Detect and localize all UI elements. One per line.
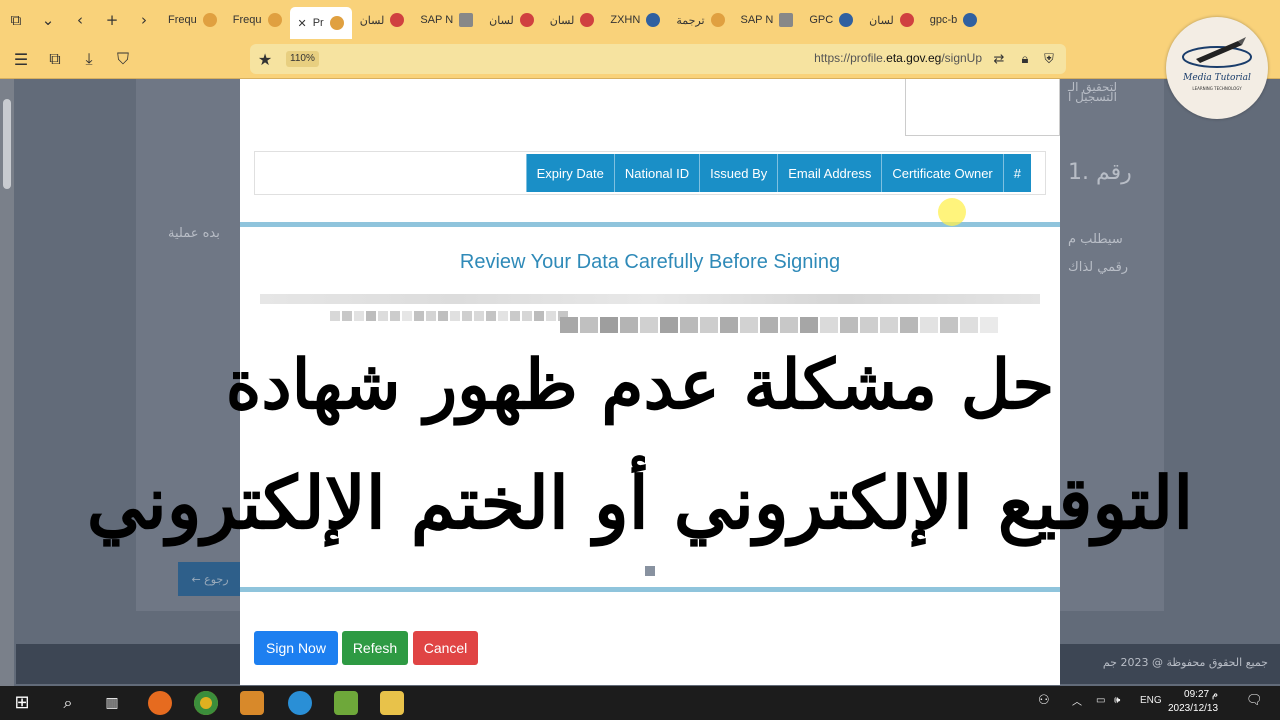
app-icon[interactable] [334,691,358,715]
volume-icon[interactable]: 🕪︎ [1114,695,1120,706]
tab-list-icon[interactable]: ⌄ [32,4,64,36]
tab-scroll-left-icon[interactable]: ‹ [64,4,96,36]
cancel-button[interactable]: Cancel [413,631,478,665]
col-email-address: Email Address [777,154,882,192]
shield-icon[interactable]: ⛨ [1038,48,1060,70]
browser-tab[interactable]: SAP N [733,5,802,35]
col-issued-by: Issued By [699,154,778,192]
pocket-icon[interactable]: ⛉ [112,48,134,70]
blurred-data [260,294,1040,304]
search-icon[interactable]: ⌕ [56,691,80,715]
browser-tab[interactable]: GPC [801,5,861,35]
image-icon [459,13,474,27]
firefox-icon[interactable] [148,691,172,715]
clock[interactable]: 09:27 م 2023/12/13 [1168,688,1218,716]
browser-tab[interactable]: gpc-b [922,5,986,35]
windows-start-icon[interactable]: ⊞ [10,691,34,715]
bg-heading: 1. رقم [1068,160,1132,185]
zoom-level[interactable]: 110% [286,51,319,67]
tab-bar: ⧉ ⌄ ‹ + › Frequ Frequ ✕ Pr لسان SAP N لسا… [0,0,1280,40]
bookmark-star-icon[interactable]: ★ [254,48,276,70]
browser-toolbar: ☰ ⧉ ⤓ ⛉ ★ 110% https://profile.eta.gov.e… [0,40,1280,79]
logo-name: Media Tutorial [1183,73,1251,83]
tray-chevron-icon[interactable]: ︿ [1072,693,1082,708]
browser-tab[interactable]: لسان [481,5,542,35]
zte-icon [646,13,661,27]
browser-tab[interactable]: SAP N [412,5,481,35]
notifications-icon[interactable]: 🗨︎ [1246,692,1263,708]
red-icon [899,13,914,27]
browser-tab-active[interactable]: ✕ Pr [289,7,352,39]
divider [240,587,1060,592]
image-icon [779,13,794,27]
globe-icon [839,13,854,27]
download-icon[interactable]: ⤓ [78,48,100,70]
browser-tab[interactable]: Frequ [225,5,290,35]
col-index: # [1002,154,1031,192]
col-national-id: National ID [613,154,700,192]
browser-tab[interactable]: ترجمة [668,5,732,35]
google-icon [710,13,725,27]
file-explorer-icon[interactable] [380,691,404,715]
lock-icon[interactable]: 🔒︎ [1014,48,1036,70]
caption-line-2: التوقيع الإلكتروني أو الختم الإلكتروني [86,460,1194,545]
refresh-button[interactable]: Refesh [342,631,408,665]
url-text[interactable]: https://profile.eta.gov.eg/signUp [814,51,982,65]
blurred-data [330,311,568,321]
sign-now-button[interactable]: Sign Now [254,631,338,665]
footer-text: جميع الحقوق محفوظة @ 2023 جم [1102,656,1268,669]
loading-indicator [645,566,655,576]
new-tab-icon[interactable]: + [96,4,128,36]
blurred-data [560,317,998,333]
globe-icon [267,13,282,27]
divider [240,222,1060,227]
bg-text-1: سيطلب م [1068,232,1123,247]
cursor-highlight [938,198,966,226]
caption-line-1: حل مشكلة عدم ظهور شهادة [225,345,1055,425]
globe-icon [329,16,344,30]
red-icon [390,13,405,27]
menu-icon[interactable]: ☰ [10,48,32,70]
globe-icon [202,13,217,27]
arrow-left-icon: ← [191,572,205,586]
taskbar: ⊞ ⌕ ▥ ⚇ ︿ ▭ 🕪︎ ENG 09:27 م 2023/12/13 🗨︎ [0,686,1280,720]
back-button[interactable]: ← رجوع [178,562,242,596]
pen-icon [1182,37,1252,68]
people-icon[interactable]: ⚇ [1038,692,1050,708]
scrollbar-thumb[interactable] [3,99,11,189]
certificates-table: Expiry Date National ID Issued By Email … [254,151,1046,195]
col-expiry-date: Expiry Date [525,154,614,192]
language-indicator[interactable]: ENG [1140,695,1162,706]
review-title: Review Your Data Carefully Before Signin… [459,251,841,273]
sidebar-toggle-icon[interactable]: ⧉ [0,4,32,36]
permissions-icon[interactable]: ⇄ [988,48,1010,70]
bg-text-2: رقمي لذاك [1068,260,1129,275]
task-view-icon[interactable]: ▥ [100,691,124,715]
bg-top-text-2: التسجيل ا [1068,90,1117,104]
browser-tab[interactable]: لسان [861,5,922,35]
modal-top-box [905,79,1060,136]
col-certificate-owner: Certificate Owner [881,154,1003,192]
chrome-icon[interactable] [194,691,218,715]
browser-tab[interactable]: لسان [542,5,603,35]
battery-icon[interactable]: ▭ [1096,695,1105,706]
browser-tab[interactable]: Frequ [160,5,225,35]
close-tab-icon[interactable]: ✕ [298,17,307,30]
channel-logo: Media Tutorial LEARNING TECHNOLOGY [1166,17,1268,119]
logo-tagline: LEARNING TECHNOLOGY [1192,86,1242,91]
red-icon [580,13,595,27]
app-icon[interactable] [240,691,264,715]
red-icon [519,13,534,27]
url-bar[interactable]: ★ 110% https://profile.eta.gov.eg/signUp… [250,44,1066,74]
extensions-icon[interactable]: ⧉ [44,48,66,70]
edge-icon[interactable] [288,691,312,715]
browser-tab[interactable]: ZXHN [602,5,668,35]
bg-text-3: بده عملية [168,226,220,241]
globe-icon [963,13,978,27]
tab-scroll-right-icon[interactable]: › [128,4,160,36]
browser-tab[interactable]: لسان [352,5,413,35]
table-header: Expiry Date National ID Issued By Email … [525,154,1031,192]
